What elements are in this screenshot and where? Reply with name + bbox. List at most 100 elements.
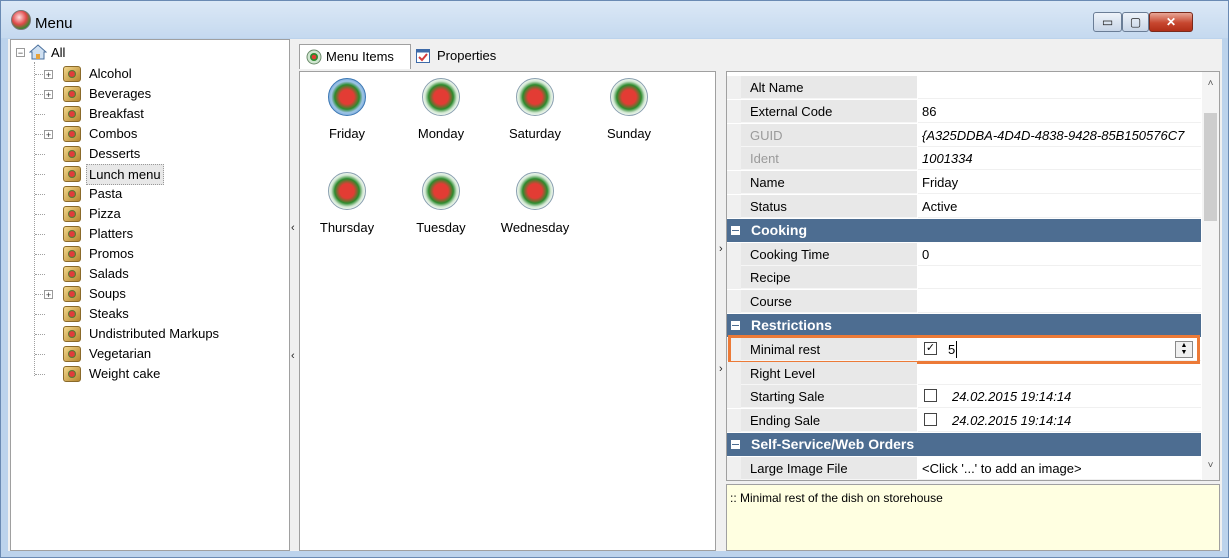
property-checkbox[interactable] (924, 413, 937, 426)
menu-item-tile[interactable]: Sunday (582, 78, 676, 141)
collapse-category-icon[interactable] (731, 226, 740, 235)
tab-properties[interactable]: Properties (411, 44, 521, 69)
collapse-category-icon[interactable] (731, 440, 740, 449)
expand-toggle[interactable]: + (44, 70, 53, 80)
window-title: Menu (35, 15, 73, 32)
right-splitter[interactable]: › › (717, 39, 724, 551)
row-gutter (727, 266, 741, 289)
menu-item-tile[interactable]: Tuesday (394, 172, 488, 235)
property-row[interactable]: Course (727, 290, 1201, 313)
tree-connector (35, 314, 45, 315)
tab-menu-items-label: Menu Items (326, 49, 394, 64)
minimize-icon: ▭ (1101, 15, 1114, 29)
property-value[interactable] (918, 266, 1201, 289)
tree-connector (34, 62, 35, 376)
close-button[interactable]: ✕ (1149, 12, 1193, 32)
menu-item-label: Monday (417, 126, 465, 141)
property-value[interactable] (918, 76, 1201, 99)
property-row[interactable]: Name Friday (727, 171, 1201, 194)
properties-icon (416, 49, 430, 63)
property-grid[interactable]: ˄ ˅ Alt Name External Code 86 GUID {A325DDBA… (726, 71, 1220, 481)
scrollbar-thumb[interactable] (1204, 113, 1217, 221)
expand-toggle[interactable]: + (44, 130, 53, 140)
menu-item-tile[interactable]: Friday (300, 78, 394, 141)
property-row[interactable]: GUID {A325DDBA-4D4D-4838-9428-85B150576C7 (727, 124, 1201, 147)
row-gutter (727, 100, 741, 123)
collapse-left-arrow-2[interactable]: ‹ (291, 350, 295, 362)
row-gutter (727, 171, 741, 194)
property-value[interactable]: 1001334 (918, 147, 1201, 170)
tab-menu-items[interactable]: Menu Items (299, 44, 411, 69)
menu-item-label: Wednesday (500, 220, 570, 235)
menu-book-icon (63, 326, 81, 342)
expand-toggle[interactable]: + (44, 90, 53, 100)
property-value[interactable]: Active (918, 195, 1201, 218)
property-row[interactable]: External Code 86 (727, 100, 1201, 123)
menu-book-icon (63, 346, 81, 362)
title-bar[interactable]: Menu ▭ ▢ ✕ (1, 1, 1228, 38)
expand-right-arrow[interactable]: › (719, 243, 723, 255)
property-name: Cooking Time (741, 243, 917, 266)
property-row[interactable]: Ending Sale 24.02.2015 19:14:14 (727, 409, 1201, 432)
tree-item-label: Weight cake (89, 366, 161, 381)
property-value[interactable] (918, 290, 1201, 313)
root-collapse-toggle[interactable]: − (16, 48, 25, 58)
menu-item-tile[interactable]: Monday (394, 78, 488, 141)
property-category-header[interactable]: Restrictions (727, 314, 1201, 337)
menu-book-icon (63, 306, 81, 322)
row-gutter (727, 457, 741, 480)
collapse-left-arrow[interactable]: ‹ (291, 222, 295, 234)
property-name: Ending Sale (741, 409, 917, 432)
minimize-button[interactable]: ▭ (1093, 12, 1122, 32)
menu-item-tile[interactable]: Thursday (300, 172, 394, 235)
menu-book-icon (63, 146, 81, 162)
property-row[interactable]: Right Level (727, 362, 1201, 385)
menu-book-icon (63, 286, 81, 302)
dish-icon (516, 78, 554, 116)
property-row[interactable]: Large Image File <Click '...' to add an i… (727, 457, 1201, 480)
left-splitter[interactable]: ‹ ‹ (290, 39, 297, 551)
menu-item-label: Tuesday (416, 220, 466, 235)
property-grid-scrollbar[interactable]: ˄ ˅ (1202, 72, 1219, 480)
tree-connector (35, 374, 45, 375)
property-value[interactable]: Friday (918, 171, 1201, 194)
collapse-category-icon[interactable] (731, 321, 740, 330)
property-value[interactable]: 24.02.2015 19:14:14 (918, 409, 1201, 432)
tab-strip: Menu Items Properties (299, 44, 1217, 70)
property-row[interactable]: Cooking Time 0 (727, 243, 1201, 266)
close-icon: ✕ (1165, 15, 1177, 29)
tree-item-label: Lunch menu (86, 164, 164, 185)
expand-right-arrow-2[interactable]: › (719, 363, 723, 375)
menu-item-tile[interactable]: Saturday (488, 78, 582, 141)
property-row[interactable]: Starting Sale 24.02.2015 19:14:14 (727, 385, 1201, 408)
scroll-down-arrow[interactable]: ˅ (1202, 460, 1219, 471)
property-row[interactable]: Alt Name (727, 76, 1201, 99)
property-value[interactable] (918, 362, 1201, 385)
property-category-header[interactable]: Cooking (727, 219, 1201, 242)
property-row[interactable]: Status Active (727, 195, 1201, 218)
property-value[interactable]: <Click '...' to add an image> (918, 457, 1201, 480)
menu-book-icon (63, 246, 81, 262)
expand-toggle[interactable]: + (44, 290, 53, 300)
property-value[interactable]: {A325DDBA-4D4D-4838-9428-85B150576C7 (918, 124, 1201, 147)
menu-items-panel[interactable]: Friday Monday Saturday Sunday Thursday Tuesda… (299, 71, 716, 551)
property-value[interactable]: 86 (918, 100, 1201, 123)
category-tree[interactable]: − All + Alcohol + Beverages Breakfast + Combos… (10, 39, 290, 551)
property-name: Alt Name (741, 76, 917, 99)
scroll-up-arrow[interactable]: ˄ (1202, 78, 1219, 89)
row-gutter (727, 409, 741, 432)
property-checkbox[interactable] (924, 389, 937, 402)
property-value[interactable]: 0 (918, 243, 1201, 266)
maximize-icon: ▢ (1129, 15, 1142, 29)
dish-icon (328, 172, 366, 210)
property-row[interactable]: Ident 1001334 (727, 147, 1201, 170)
maximize-button[interactable]: ▢ (1122, 12, 1149, 32)
tree-connector (35, 114, 45, 115)
menu-window: Menu ▭ ▢ ✕ − All + Alcohol + Beverages Break… (0, 0, 1229, 558)
property-row[interactable]: Recipe (727, 266, 1201, 289)
menu-items-icon (306, 49, 322, 65)
menu-item-tile[interactable]: Wednesday (488, 172, 582, 235)
property-category-header[interactable]: Self-Service/Web Orders (727, 433, 1201, 456)
property-value[interactable]: 24.02.2015 19:14:14 (918, 385, 1201, 408)
row-gutter (727, 290, 741, 313)
